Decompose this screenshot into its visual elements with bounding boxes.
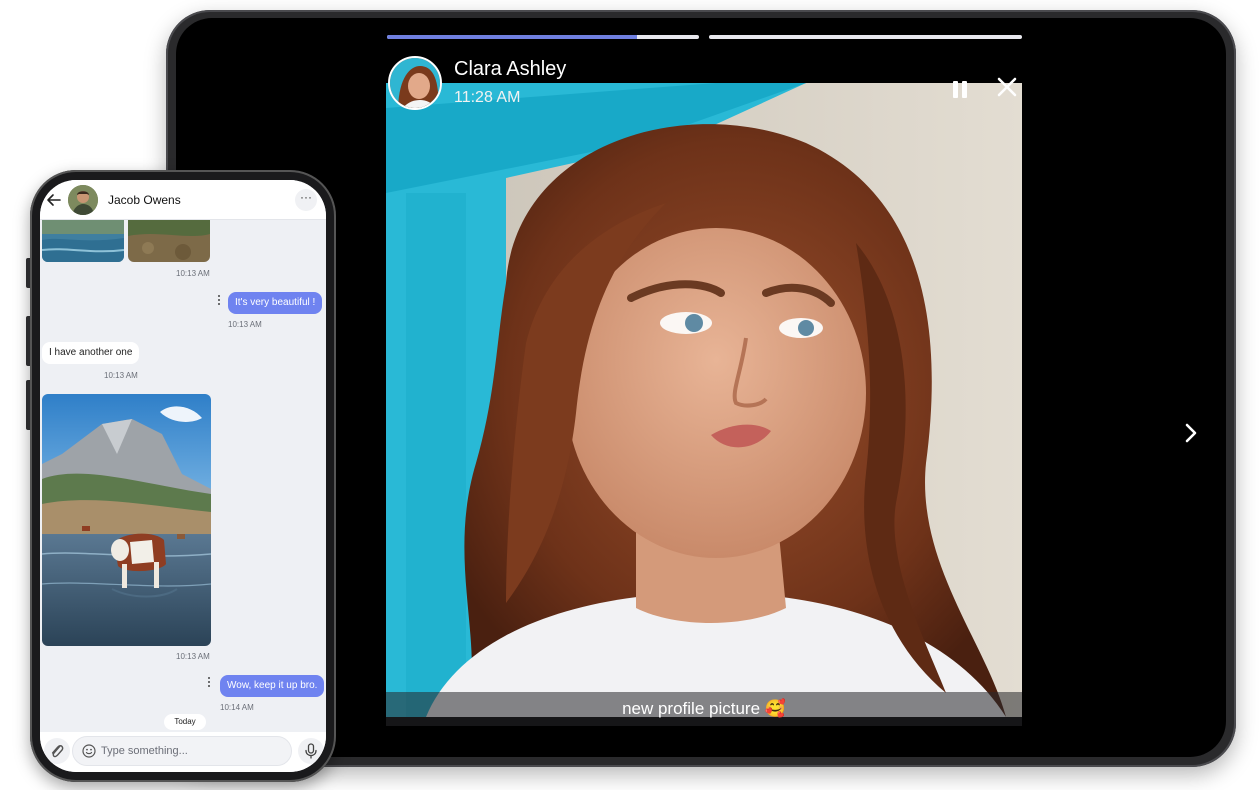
incoming-message[interactable]: I have another one — [42, 342, 140, 364]
chat-image[interactable] — [42, 394, 211, 646]
chat-image[interactable] — [128, 220, 210, 262]
pause-icon[interactable] — [948, 78, 972, 102]
paperclip-icon[interactable] — [44, 738, 70, 764]
message-timestamp: 10:13 AM — [176, 652, 210, 661]
story-image — [386, 83, 1022, 717]
chat-screen: Jacob Owens ··· 10:13 AM It's very beaut… — [40, 180, 326, 772]
contact-avatar[interactable] — [68, 185, 98, 215]
story-user-name[interactable]: Clara Ashley — [454, 58, 566, 81]
message-options-icon[interactable] — [216, 294, 222, 308]
contact-name[interactable]: Jacob Owens — [108, 193, 181, 207]
story-progress-bar-1 — [387, 35, 699, 39]
story-progress-fill-1 — [387, 35, 637, 39]
message-composer — [40, 732, 326, 772]
phone-side-button — [26, 380, 30, 430]
message-options-icon[interactable] — [206, 676, 212, 690]
smiley-icon[interactable] — [82, 744, 96, 758]
chevron-right-icon[interactable] — [1178, 420, 1204, 446]
arrow-left-icon[interactable] — [46, 192, 62, 208]
story-timestamp: 11:28 AM — [454, 89, 521, 106]
story-caption: new profile picture 🥰 — [386, 692, 1022, 726]
message-text-input[interactable] — [101, 740, 281, 762]
microphone-icon[interactable] — [298, 738, 324, 764]
outgoing-message[interactable]: It's very beautiful ! — [228, 292, 323, 314]
phone-side-button — [26, 258, 30, 288]
message-timestamp: 10:13 AM — [104, 371, 138, 380]
story-user-avatar[interactable] — [388, 56, 442, 110]
message-timestamp: 10:13 AM — [176, 269, 210, 278]
message-timestamp: 10:13 AM — [228, 320, 262, 329]
close-icon[interactable] — [994, 74, 1020, 100]
phone-device: Jacob Owens ··· 10:13 AM It's very beaut… — [26, 170, 336, 782]
phone-side-button — [26, 316, 30, 366]
message-input-field[interactable] — [72, 736, 292, 766]
day-divider: Today — [164, 714, 206, 730]
chat-header: Jacob Owens ··· — [40, 180, 326, 220]
more-options-button[interactable]: ··· — [295, 189, 317, 211]
message-timestamp: 10:14 AM — [220, 703, 254, 712]
story-progress-bar-2 — [709, 35, 1022, 39]
outgoing-message[interactable]: Wow, keep it up bro. — [220, 675, 325, 697]
chat-image[interactable] — [42, 220, 124, 262]
